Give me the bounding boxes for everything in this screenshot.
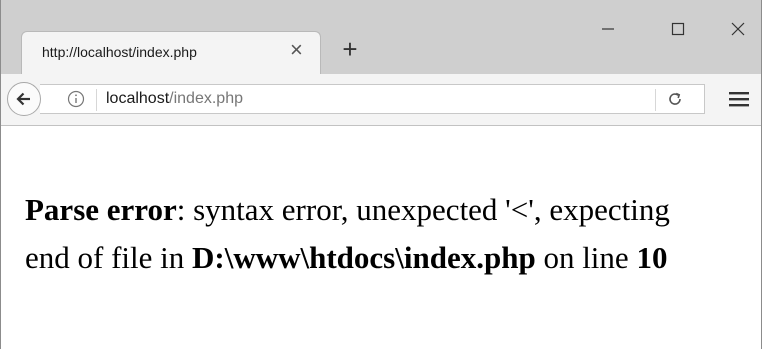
reload-separator (655, 89, 656, 111)
error-line-text: on line (535, 240, 637, 275)
minimize-icon (602, 28, 614, 30)
address-bar[interactable]: localhost/index.php (40, 84, 705, 114)
page-content: Parse error: syntax error, unexpected '<… (25, 186, 670, 282)
minimize-button[interactable] (591, 14, 625, 44)
reload-icon (669, 92, 681, 105)
reload-button[interactable] (665, 89, 685, 109)
error-line-number: 10 (636, 240, 668, 275)
error-line2-prefix: end of file in (25, 240, 193, 275)
tab-active[interactable]: http://localhost/index.php × (21, 31, 321, 75)
close-icon[interactable]: × (290, 39, 303, 61)
close-window-icon (731, 22, 745, 36)
hamburger-menu-icon[interactable] (728, 90, 750, 108)
error-line-1: Parse error: syntax error, unexpected '<… (25, 186, 670, 234)
error-label: Parse error (25, 192, 177, 227)
error-message: : syntax error, unexpected '<', expectin… (176, 192, 670, 227)
info-icon[interactable] (67, 90, 85, 108)
error-line-2: end of file in D:\www\htdocs\index.php o… (25, 234, 670, 282)
back-button[interactable] (7, 82, 41, 116)
tab-title: http://localhost/index.php (42, 44, 197, 60)
url-text[interactable]: localhost/index.php (106, 90, 243, 108)
error-file: D:\www\htdocs\index.php (192, 240, 536, 275)
titlebar: http://localhost/index.php × + (1, 0, 761, 75)
plus-icon[interactable]: + (337, 36, 363, 62)
navigation-toolbar: localhost/index.php (1, 74, 761, 126)
url-separator (96, 89, 97, 111)
url-path: /index.php (169, 90, 243, 107)
url-host: localhost (106, 90, 170, 107)
browser-window: http://localhost/index.php × + localhost… (0, 0, 762, 349)
back-arrow-icon (16, 92, 30, 106)
maximize-icon (671, 22, 685, 36)
maximize-button[interactable] (661, 14, 695, 44)
close-window-button[interactable] (721, 14, 755, 44)
